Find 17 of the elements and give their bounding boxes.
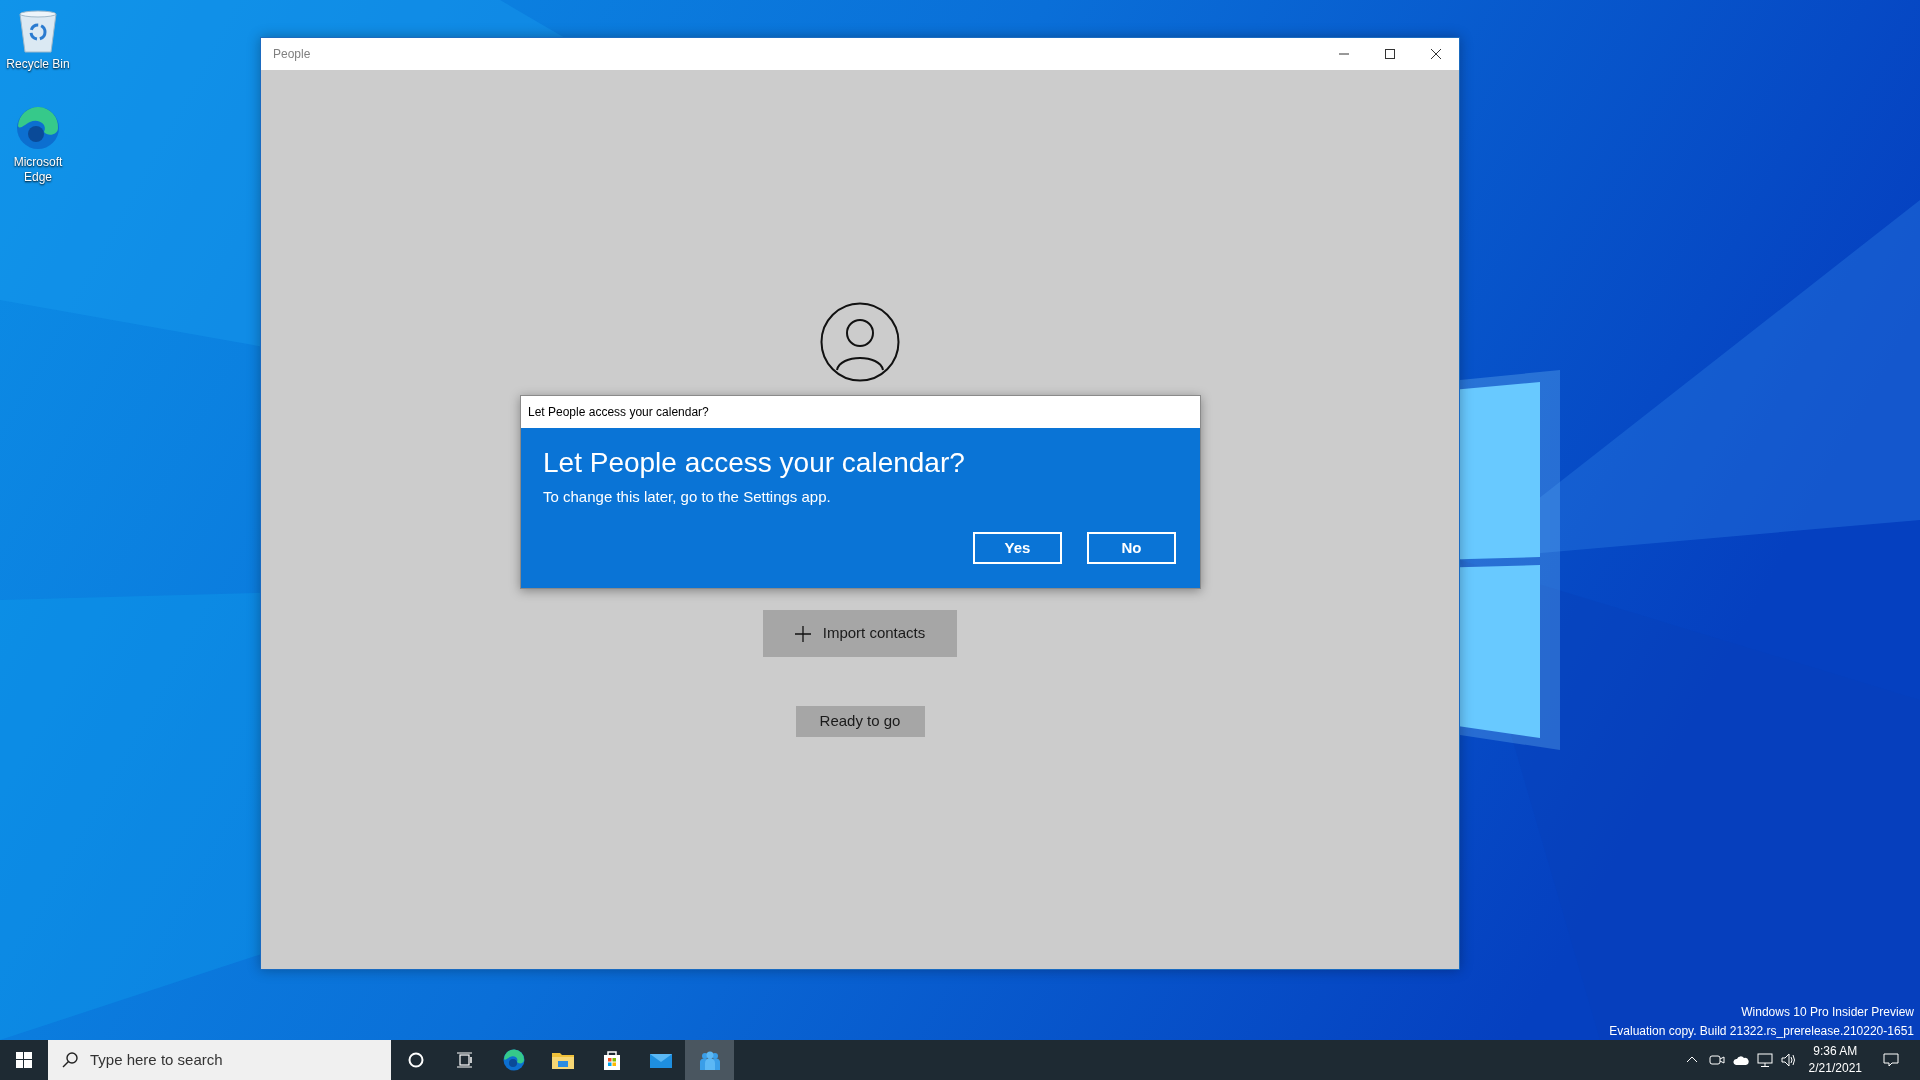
window-title: People: [272, 46, 311, 63]
build-info-text: Windows 10 Pro Insider Preview: [1740, 1004, 1914, 1021]
icon-label: Recycle Bin: [6, 57, 70, 72]
dialog-title: Let People access your calendar?: [528, 404, 709, 421]
clock-date: 2/21/2021: [1808, 1060, 1862, 1077]
dialog-button[interactable]: No: [1087, 532, 1176, 564]
build-info-text: Evaluation copy. Build 21322.rs_prerelease.210220-1651: [1609, 1023, 1914, 1040]
search-field[interactable]: Type here to search: [90, 1048, 370, 1072]
clock-time: 9:36 AM: [1812, 1043, 1859, 1060]
icon-label: Microsoft Edge: [12, 155, 64, 185]
dialog-heading: Let People access your calendar?: [543, 446, 966, 480]
ready-button[interactable]: Ready to go: [795, 706, 925, 737]
clock[interactable]: 9:36 AM 2/21/2021: [1800, 1043, 1870, 1077]
import-contacts-button[interactable]: Import contacts: [763, 610, 957, 657]
search-box[interactable]: Type here to search: [48, 1040, 391, 1080]
dialog-message: To change this later, go to the Settings app.: [543, 486, 832, 507]
dialog-button[interactable]: Yes: [973, 532, 1062, 564]
